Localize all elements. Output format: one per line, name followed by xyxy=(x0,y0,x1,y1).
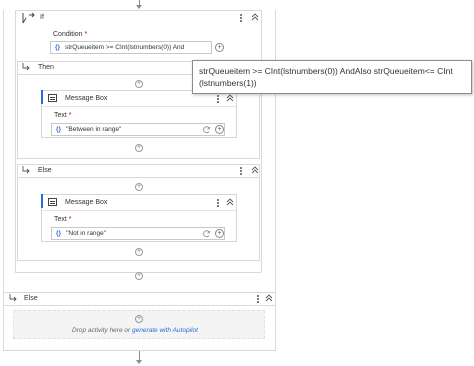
else-message-box-title: Message Box xyxy=(65,199,108,206)
then-header-top-border xyxy=(17,61,192,62)
outer-else-drop-hint: Drop activity here or generate with Auto… xyxy=(72,327,198,334)
inner-else-more-options-button[interactable] xyxy=(238,166,244,176)
inner-else-container-right-border xyxy=(259,164,260,260)
outer-else-branch-icon xyxy=(8,294,18,302)
inner-else-add-activity-bottom[interactable]: + xyxy=(135,248,143,256)
then-container-bottom-border xyxy=(17,158,260,159)
then-text-label: Text * xyxy=(54,112,72,119)
then-add-activity-bottom[interactable]: + xyxy=(135,144,143,152)
then-text-value: "Between in range" xyxy=(66,126,122,133)
condition-label: Condition * xyxy=(53,31,88,38)
if-container-left-border xyxy=(15,10,16,272)
if-more-options-button[interactable] xyxy=(238,13,244,23)
else-message-box-accent-bar xyxy=(41,194,43,208)
top-connector-arrowhead xyxy=(136,5,142,9)
else-message-box-header-divider xyxy=(42,210,236,211)
else-text-value: "Not in range" xyxy=(66,230,107,237)
else-text-add-button[interactable]: + xyxy=(215,229,224,238)
then-message-box-more-options[interactable] xyxy=(215,94,221,104)
outer-else-more-options-button[interactable] xyxy=(255,294,261,304)
else-text-label: Text * xyxy=(54,216,72,223)
then-message-box-collapse-icon[interactable] xyxy=(225,94,235,104)
expression-brace-icon: {} xyxy=(56,126,62,133)
inner-else-add-activity-top[interactable]: + xyxy=(135,183,143,191)
else-text-refresh-icon[interactable] xyxy=(203,230,211,238)
condition-add-button[interactable]: + xyxy=(215,43,224,52)
generate-with-autopilot-link[interactable]: generate with Autopilot xyxy=(132,327,198,334)
expression-brace-icon: {} xyxy=(56,230,62,237)
bottom-connector-arrowhead xyxy=(136,360,142,364)
condition-tooltip: strQueueitem >= CInt(lstnumbers(0)) AndA… xyxy=(192,60,472,94)
then-branch-icon xyxy=(21,63,31,71)
if-container-right-border xyxy=(261,10,262,272)
then-add-activity-top[interactable]: + xyxy=(135,80,143,88)
then-text-refresh-icon[interactable] xyxy=(203,126,211,134)
inner-else-title: Else xyxy=(38,167,52,174)
inner-else-container-left-border xyxy=(17,164,18,260)
condition-value: strQueueitem >= CInt(lstnumbers(0)) And xyxy=(65,44,185,51)
if-icon xyxy=(21,12,35,24)
if-header-top-border xyxy=(15,10,261,11)
inner-else-container-bottom-border xyxy=(17,260,260,261)
then-container-left-border xyxy=(17,61,18,158)
then-text-input[interactable]: {} "Between in range" xyxy=(51,123,225,136)
message-box-icon xyxy=(48,94,57,102)
message-box-icon xyxy=(48,198,57,206)
else-message-box-more-options[interactable] xyxy=(215,198,221,208)
outer-else-header-bottom-border xyxy=(3,305,276,306)
if-collapse-icon[interactable] xyxy=(250,13,260,23)
else-text-input[interactable]: {} "Not in range" xyxy=(51,227,225,240)
outer-container-left-border xyxy=(3,10,4,350)
add-activity-after-if[interactable]: + xyxy=(135,272,143,280)
then-container-right-border xyxy=(259,95,260,158)
then-message-box-accent-bar xyxy=(41,90,43,104)
outer-else-title: Else xyxy=(24,295,38,302)
inner-else-branch-icon xyxy=(21,166,31,174)
outer-else-collapse-icon[interactable] xyxy=(264,294,274,304)
then-message-box-title: Message Box xyxy=(65,95,108,102)
then-title: Then xyxy=(38,64,54,71)
condition-input[interactable]: {} strQueueitem >= CInt(lstnumbers(0)) A… xyxy=(50,41,212,54)
then-header-bottom-border xyxy=(17,74,192,75)
outer-else-add-activity[interactable]: + xyxy=(135,315,143,323)
inner-else-header-top-border xyxy=(17,164,260,165)
then-message-box-header-divider xyxy=(42,106,236,107)
then-text-add-button[interactable]: + xyxy=(215,125,224,134)
expression-brace-icon: {} xyxy=(55,44,61,51)
inner-else-header-bottom-border xyxy=(17,177,260,178)
else-message-box-collapse-icon[interactable] xyxy=(225,198,235,208)
if-title: If xyxy=(40,14,44,21)
outer-else-header-top-border xyxy=(3,292,276,293)
